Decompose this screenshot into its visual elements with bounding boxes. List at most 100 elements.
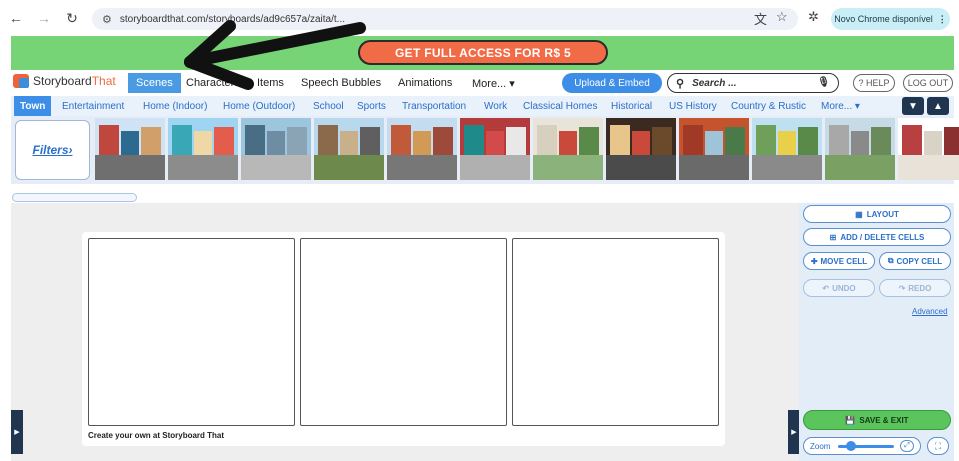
thumbnail-ground: [460, 155, 530, 180]
collapse-down-icon[interactable]: ▼: [902, 97, 924, 115]
category-classical-homes[interactable]: Classical Homes: [523, 96, 597, 116]
thumbnail-building: [214, 127, 234, 156]
thumbnail-building: [652, 127, 672, 156]
search-placeholder: Search ...: [692, 77, 737, 89]
thumbnail-ground: [679, 155, 749, 180]
scene-thumbnail-cemetery[interactable]: [825, 118, 895, 180]
fullscreen-icon[interactable]: ⛶: [927, 437, 949, 455]
thumbnail-building: [778, 131, 796, 156]
scene-thumbnail-plaza[interactable]: [314, 118, 384, 180]
add-delete-cells-button[interactable]: ⊞ ADD / DELETE CELLS: [803, 228, 951, 246]
scene-thumbnail-red-building[interactable]: [460, 118, 530, 180]
thumbnail-ground: [387, 155, 457, 180]
undo-label: UNDO: [832, 283, 856, 293]
extensions-icon[interactable]: ✲: [808, 9, 819, 25]
page: ← → ↻ ⚙ storyboardthat.com/storyboards/a…: [0, 0, 959, 461]
translate-icon[interactable]: 文: [754, 9, 767, 28]
category-country-rustic[interactable]: Country & Rustic: [731, 96, 806, 116]
storyboard-cell-2[interactable]: [300, 238, 507, 426]
thumbnail-ground: [898, 155, 959, 180]
category-school[interactable]: School: [313, 96, 344, 116]
bookmark-star-icon[interactable]: ☆: [776, 9, 788, 25]
logout-button[interactable]: LOG OUT: [903, 74, 953, 92]
tab-animations[interactable]: Animations: [398, 73, 452, 93]
upload-embed-button[interactable]: Upload & Embed: [562, 73, 662, 93]
undo-button[interactable]: ↶ UNDO: [803, 279, 875, 297]
thumbnail-building: [172, 125, 192, 156]
copy-cell-button[interactable]: ⧉ COPY CELL: [879, 252, 951, 270]
scene-thumbnail-row-houses[interactable]: [95, 118, 165, 180]
storyboard-cell-3[interactable]: [512, 238, 719, 426]
help-button[interactable]: ? HELP: [853, 74, 895, 92]
category-home-outdoor[interactable]: Home (Outdoor): [223, 96, 295, 116]
thumbnail-building: [194, 131, 212, 156]
back-icon[interactable]: ←: [4, 6, 28, 30]
category-more[interactable]: More... ▾: [821, 96, 860, 116]
add-delete-label: ADD / DELETE CELLS: [840, 232, 925, 242]
thumbnail-building: [756, 125, 776, 156]
save-icon: 💾: [845, 415, 856, 425]
zoom-control: Zoom ⤢: [803, 437, 921, 455]
scene-thumbnail-street[interactable]: [387, 118, 457, 180]
zoom-slider-handle[interactable]: [846, 441, 856, 451]
scene-thumbnail-city-skyline[interactable]: [241, 118, 311, 180]
thumbnail-ground: [95, 155, 165, 180]
thumbnail-building: [610, 125, 630, 156]
add-cells-icon: ⊞: [829, 232, 837, 242]
filters-button[interactable]: Filters›: [15, 120, 90, 180]
scene-thumbnail-shops[interactable]: [168, 118, 238, 180]
layout-button[interactable]: ▦ LAYOUT: [803, 205, 951, 223]
thumbnail-building: [287, 127, 307, 156]
category-transportation[interactable]: Transportation: [402, 96, 466, 116]
storyboardthat-logo[interactable]: Storyboard That: [13, 74, 116, 88]
thumbnail-building: [632, 131, 650, 156]
thumbnail-building: [829, 125, 849, 156]
microphone-icon[interactable]: 🎙: [817, 77, 830, 88]
thumbnail-building: [391, 125, 411, 156]
category-entertainment[interactable]: Entertainment: [62, 96, 124, 116]
category-historical[interactable]: Historical: [611, 96, 652, 116]
thumbnail-ground: [241, 155, 311, 180]
scene-thumbnail-parking-lot[interactable]: [752, 118, 822, 180]
category-work[interactable]: Work: [484, 96, 507, 116]
scene-thumbnail-store-front[interactable]: [606, 118, 676, 180]
zoom-fit-icon[interactable]: ⤢: [900, 440, 914, 452]
category-sports[interactable]: Sports: [357, 96, 386, 116]
search-input[interactable]: ⚲ Search ... 🎙: [667, 73, 839, 93]
menu-dots-icon[interactable]: ⋮: [938, 14, 947, 25]
reload-icon[interactable]: ↻: [60, 6, 84, 30]
search-icon: ⚲: [676, 77, 685, 90]
thumbnail-ground: [533, 155, 603, 180]
category-town[interactable]: Town: [14, 96, 52, 116]
category-home-indoor[interactable]: Home (Indoor): [143, 96, 207, 116]
get-full-access-button[interactable]: GET FULL ACCESS FOR R$ 5: [358, 40, 608, 65]
storyboard-cell-1[interactable]: [88, 238, 295, 426]
thumbnail-building: [725, 127, 745, 156]
thumbnail-building: [871, 127, 891, 156]
forward-icon[interactable]: →: [32, 6, 56, 30]
category-us-history[interactable]: US History: [669, 96, 717, 116]
thumbnail-building: [537, 125, 557, 156]
chrome-update-pill[interactable]: Novo Chrome disponível ⋮: [831, 8, 950, 30]
move-cell-button[interactable]: ✚ MOVE CELL: [803, 252, 875, 270]
thumbnail-building: [141, 127, 161, 156]
scene-thumbnail-diner[interactable]: [898, 118, 959, 180]
panel-scroll-indicator[interactable]: [12, 193, 137, 202]
scene-thumbnail-patio[interactable]: [533, 118, 603, 180]
advanced-link[interactable]: Advanced: [912, 307, 948, 316]
thumbnail-building: [944, 127, 959, 156]
tab-more[interactable]: More... ▾: [472, 73, 515, 93]
thumbnail-building: [318, 125, 338, 156]
thumbnail-ground: [168, 155, 238, 180]
thumbnail-building: [683, 125, 703, 156]
thumbnail-building: [924, 131, 942, 156]
site-settings-icon[interactable]: ⚙: [102, 13, 112, 26]
left-drawer-toggle-icon[interactable]: ▶: [11, 410, 23, 454]
save-exit-button[interactable]: 💾 SAVE & EXIT: [803, 410, 951, 430]
thumbnail-building: [121, 131, 139, 156]
redo-button[interactable]: ↷ REDO: [879, 279, 951, 297]
scene-thumbnail-alley[interactable]: [679, 118, 749, 180]
redo-label: REDO: [908, 283, 932, 293]
expand-up-icon[interactable]: ▲: [927, 97, 949, 115]
thumbnail-building: [245, 125, 265, 156]
